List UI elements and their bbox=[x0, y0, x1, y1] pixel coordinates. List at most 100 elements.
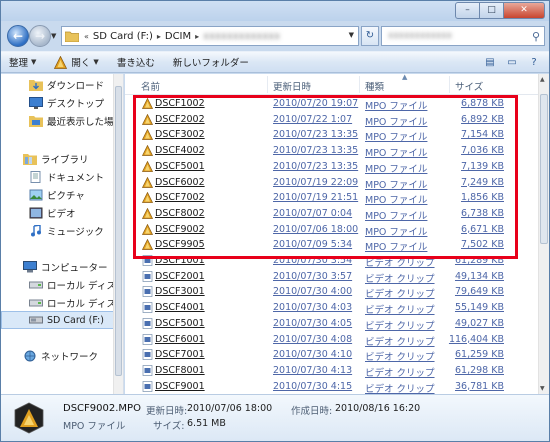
file-row[interactable]: DSCF3001 2010/07/30 4:00 ビデオ クリップ 79,649 KB bbox=[125, 284, 538, 300]
file-size: 61,298 KB bbox=[454, 364, 504, 376]
breadcrumb-dcim[interactable]: DCIM bbox=[165, 31, 191, 42]
scroll-up-icon[interactable]: ▲ bbox=[540, 76, 545, 83]
file-type: ビデオ クリップ bbox=[365, 336, 435, 348]
nav-item-sd-card[interactable]: SD Card (F:) bbox=[1, 311, 123, 329]
nav-scroll-thumb[interactable] bbox=[115, 86, 122, 376]
file-date: 2010/07/30 4:10 bbox=[273, 349, 353, 361]
file-name: DSCF8002 bbox=[155, 207, 205, 219]
back-button[interactable]: ← bbox=[7, 25, 29, 47]
file-row[interactable]: DSCF8001 2010/07/30 4:13 ビデオ クリップ 61,298 KB bbox=[125, 363, 538, 379]
new-folder-button[interactable]: 新しいフォルダー bbox=[173, 55, 249, 69]
desktop-icon bbox=[29, 97, 43, 109]
address-bar[interactable]: « SD Card (F:) ▸ DCIM ▸ xxxxxxxxxxxxx ▼ bbox=[61, 26, 359, 46]
column-header-size[interactable]: サイズ bbox=[455, 79, 483, 93]
file-row[interactable]: DSCF9905 2010/07/09 5:34 MPO ファイル 7,502 KB bbox=[125, 237, 538, 253]
breadcrumb-sd-card[interactable]: SD Card (F:) bbox=[93, 31, 153, 42]
new-folder-label: 新しいフォルダー bbox=[172, 58, 249, 69]
column-header-name[interactable]: 名前 bbox=[141, 79, 160, 93]
file-row[interactable]: DSCF9001 2010/07/30 4:15 ビデオ クリップ 36,781 KB bbox=[125, 379, 538, 394]
column-divider[interactable] bbox=[267, 76, 268, 93]
help-icon[interactable]: ? bbox=[525, 54, 543, 71]
file-name: DSCF7002 bbox=[155, 192, 205, 204]
preview-pane-icon[interactable]: ▭ bbox=[503, 54, 521, 71]
forward-button[interactable]: → bbox=[29, 25, 51, 47]
nav-item-computer[interactable]: コンピューター bbox=[1, 258, 123, 276]
breadcrumb-arrow-icon[interactable]: ▸ bbox=[195, 32, 199, 41]
file-row[interactable]: DSCF4001 2010/07/30 4:03 ビデオ クリップ 55,149 KB bbox=[125, 300, 538, 316]
nav-item-pictures[interactable]: ピクチャ bbox=[1, 186, 123, 204]
file-row[interactable]: DSCF1002 2010/07/20 19:07 MPO ファイル 6,878 KB bbox=[125, 96, 538, 112]
pictures-icon bbox=[29, 189, 43, 201]
address-dropdown-icon[interactable]: ▼ bbox=[349, 31, 354, 39]
search-icon[interactable]: ⚲ bbox=[532, 28, 540, 46]
nav-item-network[interactable]: ネットワーク bbox=[1, 347, 123, 365]
file-size: 7,502 KB bbox=[461, 239, 504, 251]
mpo-file-icon bbox=[142, 129, 153, 141]
nav-scrollbar[interactable] bbox=[113, 74, 123, 394]
nav-item-music[interactable]: ミュージック bbox=[1, 222, 123, 240]
file-row[interactable]: DSCF8002 2010/07/07 0:04 MPO ファイル 6,738 KB bbox=[125, 206, 538, 222]
file-size: 61,289 KB bbox=[454, 255, 504, 266]
file-row[interactable]: DSCF4002 2010/07/23 13:35 MPO ファイル 7,036 KB bbox=[125, 143, 538, 159]
details-pane: DSCF9002.MPO 更新日時: 2010/07/06 18:00 作成日時… bbox=[1, 394, 549, 441]
file-type: ビデオ クリップ bbox=[365, 383, 435, 394]
search-input[interactable]: xxxxxxxxxxxx ⚲ bbox=[381, 26, 545, 46]
column-divider[interactable] bbox=[449, 76, 450, 93]
close-button[interactable]: ✕ bbox=[503, 2, 545, 19]
nav-item-videos[interactable]: ビデオ bbox=[1, 204, 123, 222]
file-row[interactable]: DSCF7001 2010/07/30 4:10 ビデオ クリップ 61,259 KB bbox=[125, 347, 538, 363]
file-row[interactable]: DSCF5001 2010/07/23 13:35 MPO ファイル 7,139 KB bbox=[125, 159, 538, 175]
column-divider[interactable] bbox=[359, 76, 360, 93]
nav-item-local-disk-c[interactable]: ローカル ディスク bbox=[1, 276, 123, 294]
refresh-button[interactable]: ↻ bbox=[361, 26, 379, 46]
detail-type-value: MPO ファイル bbox=[63, 421, 126, 432]
column-header-type[interactable]: 種類 bbox=[365, 79, 384, 93]
breadcrumb-current-folder[interactable]: xxxxxxxxxxxxx bbox=[203, 31, 280, 42]
file-list: 名前 更新日時 ▲ 種類 サイズ DSCF1002 2010/07/20 19:0… bbox=[125, 74, 538, 394]
burn-button[interactable]: 書き込む bbox=[117, 55, 155, 69]
mpo-file-icon bbox=[142, 192, 153, 204]
nav-item-recent-places[interactable]: 最近表示した場所 bbox=[1, 112, 123, 130]
file-row[interactable]: DSCF9002 2010/07/06 18:00 MPO ファイル 6,671 KB bbox=[125, 222, 538, 238]
mpo-file-icon bbox=[142, 113, 153, 125]
file-type: ビデオ クリップ bbox=[365, 258, 435, 269]
file-date: 2010/07/23 13:35 bbox=[273, 145, 359, 157]
mpo-file-large-icon bbox=[14, 402, 44, 434]
organize-button[interactable]: 整理 ▼ bbox=[9, 55, 36, 69]
file-row[interactable]: DSCF2001 2010/07/30 3:57 ビデオ クリップ 49,134 KB bbox=[125, 269, 538, 285]
nav-item-desktop[interactable]: デスクトップ bbox=[1, 94, 123, 112]
file-size: 6,671 KB bbox=[461, 223, 504, 235]
file-row[interactable]: DSCF5001 2010/07/30 4:05 ビデオ クリップ 49,027 KB bbox=[125, 316, 538, 332]
file-type: ビデオ クリップ bbox=[365, 289, 435, 301]
detail-size-label: サイズ: bbox=[153, 421, 185, 432]
file-row[interactable]: DSCF3002 2010/07/23 13:35 MPO ファイル 7,154 KB bbox=[125, 127, 538, 143]
file-date: 2010/07/30 4:03 bbox=[273, 302, 353, 314]
file-row[interactable]: DSCF6001 2010/07/30 4:08 ビデオ クリップ 116,404 K… bbox=[125, 332, 538, 348]
file-date: 2010/07/06 18:00 bbox=[273, 223, 359, 235]
file-row[interactable]: DSCF1001 2010/07/30 3:54 ビデオ クリップ 61,289 KB bbox=[125, 253, 538, 269]
file-size: 7,154 KB bbox=[461, 129, 504, 141]
file-name: DSCF9001 bbox=[155, 380, 205, 392]
nav-item-local-disk-d[interactable]: ローカル ディスク bbox=[1, 294, 123, 312]
file-row[interactable]: DSCF7002 2010/07/19 21:51 MPO ファイル 1,856 KB bbox=[125, 190, 538, 206]
minimize-button[interactable]: – bbox=[455, 2, 480, 19]
nav-item-downloads[interactable]: ダウンロード bbox=[1, 76, 123, 94]
nav-item-library[interactable]: ライブラリ bbox=[1, 150, 123, 168]
file-row[interactable]: DSCF6002 2010/07/19 22:09 MPO ファイル 7,249 KB bbox=[125, 175, 538, 191]
file-size: 6,738 KB bbox=[461, 207, 504, 219]
local-disk-icon bbox=[29, 299, 43, 307]
scroll-down-icon[interactable]: ▼ bbox=[540, 385, 545, 392]
maximize-button[interactable]: □ bbox=[479, 2, 504, 19]
list-scrollbar[interactable]: ▲ ▼ bbox=[538, 74, 549, 394]
view-options-icon[interactable]: ▤ bbox=[481, 54, 499, 71]
breadcrumb-chevron[interactable]: « bbox=[84, 32, 89, 41]
list-scroll-thumb[interactable] bbox=[540, 94, 548, 244]
open-button[interactable]: 開く ▼ bbox=[54, 55, 99, 69]
nav-item-documents[interactable]: ドキュメント bbox=[1, 168, 123, 186]
file-row[interactable]: DSCF2002 2010/07/22 1:07 MPO ファイル 6,892 KB bbox=[125, 112, 538, 128]
video-file-icon bbox=[142, 255, 153, 266]
history-dropdown-icon[interactable]: ▼ bbox=[51, 32, 56, 40]
breadcrumb-arrow-icon[interactable]: ▸ bbox=[157, 32, 161, 41]
file-size: 116,404 KB bbox=[448, 333, 504, 345]
column-header-date[interactable]: 更新日時 bbox=[273, 79, 311, 93]
